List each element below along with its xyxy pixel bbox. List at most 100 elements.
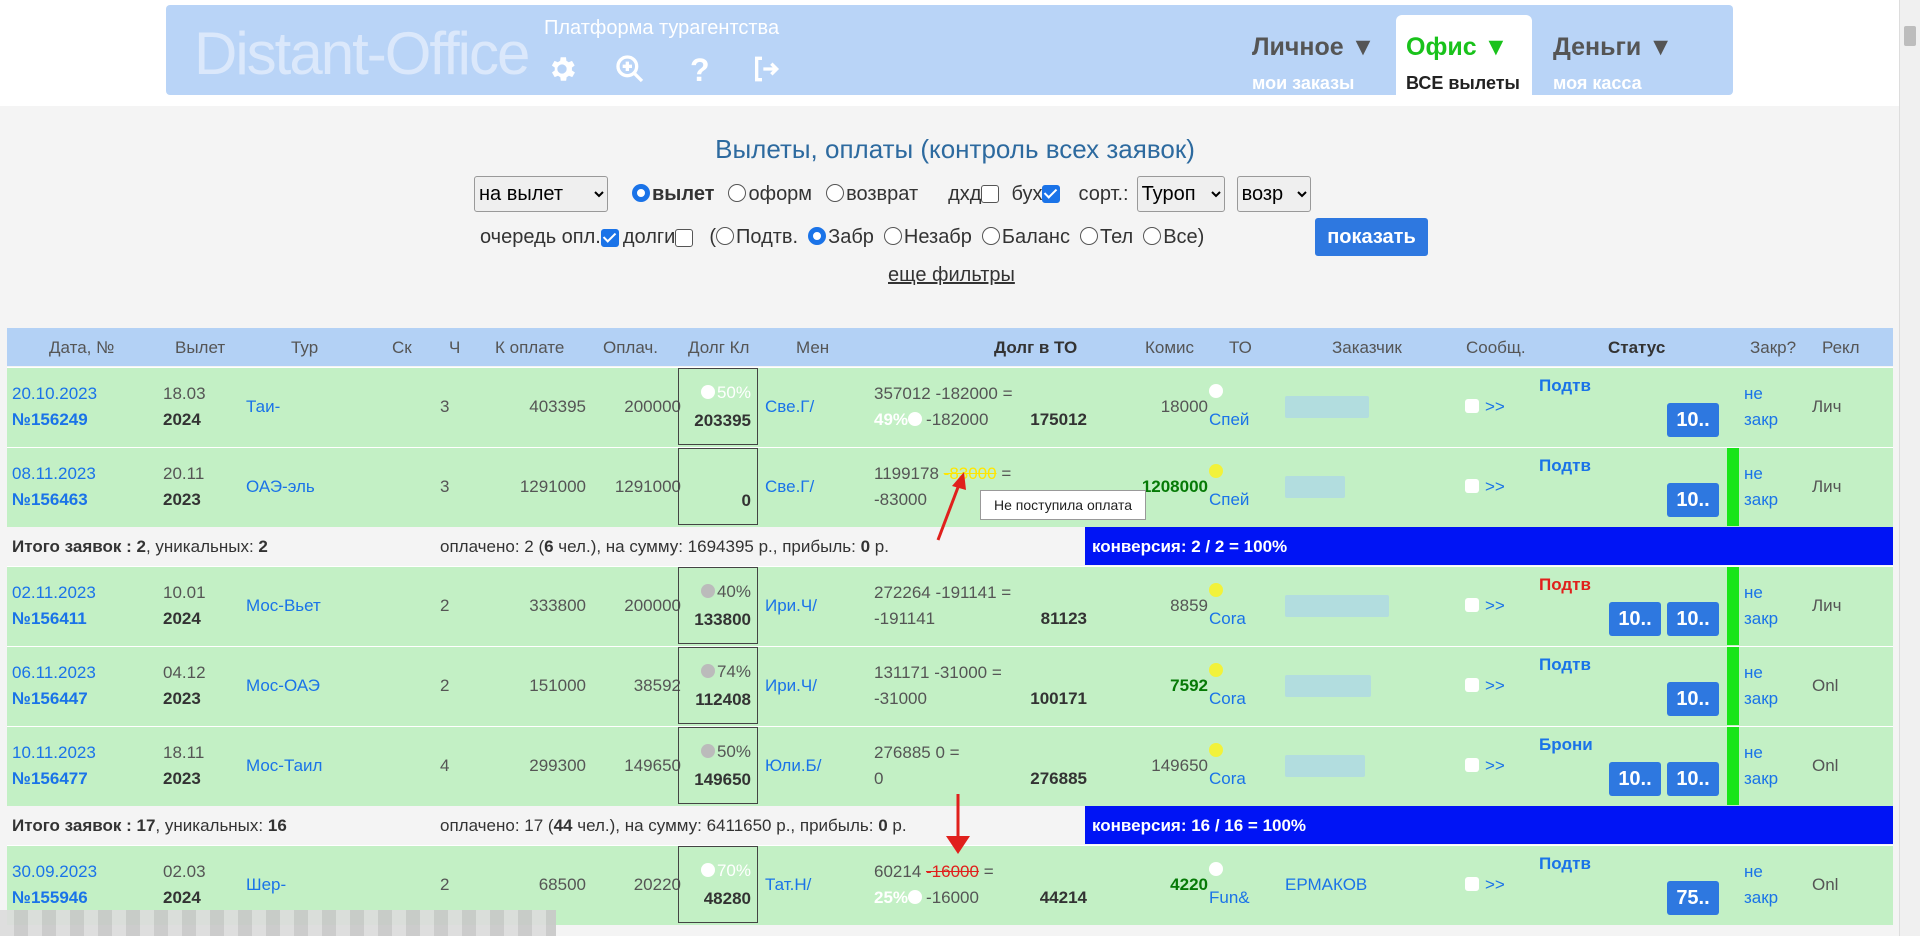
close-link-line1[interactable]: не [1744, 583, 1763, 603]
order-number-link[interactable]: №156447 [12, 689, 88, 709]
col-commission[interactable]: Комис [1145, 338, 1194, 358]
gear-icon[interactable] [544, 51, 580, 87]
menu-office[interactable]: Офис ▼ ВСЕ вылеты [1396, 15, 1532, 95]
close-link-line2[interactable]: закр [1744, 410, 1778, 430]
col-client-debt[interactable]: Долг Кл [688, 338, 749, 358]
tour-link[interactable]: Шер- [246, 875, 286, 895]
radio-podtv[interactable]: Подтв. [716, 226, 798, 249]
queue-checkbox[interactable] [600, 228, 619, 247]
close-link-line1[interactable]: не [1744, 384, 1763, 404]
close-link-line1[interactable]: не [1744, 464, 1763, 484]
close-link-line2[interactable]: закр [1744, 888, 1778, 908]
tour-link[interactable]: ОАЭ-эль [246, 477, 315, 497]
col-status[interactable]: Статус [1608, 338, 1665, 358]
manager-link[interactable]: Тат.Н/ [765, 875, 811, 895]
close-link-line2[interactable]: закр [1744, 490, 1778, 510]
menu-personal[interactable]: Личное ▼ мои заказы [1242, 15, 1378, 95]
radio-vozvrat[interactable]: возврат [826, 183, 918, 206]
radio-balans[interactable]: Баланс [981, 226, 1070, 249]
operator-link[interactable]: Спей [1209, 410, 1249, 430]
voucher-button[interactable]: 10.. [1667, 762, 1719, 796]
operator-link[interactable]: Cora [1209, 609, 1246, 629]
manager-link[interactable]: Ири.Ч/ [765, 676, 817, 696]
col-operator[interactable]: ТО [1229, 338, 1252, 358]
col-ad[interactable]: Рекл [1822, 338, 1860, 358]
buh-checkbox[interactable] [1042, 185, 1061, 203]
more-filters-link[interactable]: еще фильтры [888, 264, 1015, 287]
to-debt-unpaid[interactable]: -16000 [926, 862, 979, 881]
order-date-link[interactable]: 20.10.2023 [12, 384, 97, 404]
manager-link[interactable]: Све.Г/ [765, 397, 814, 417]
operator-link[interactable]: Спей [1209, 490, 1249, 510]
manager-link[interactable]: Ири.Ч/ [765, 596, 817, 616]
radio-tel[interactable]: Тел [1079, 226, 1133, 249]
message-checkbox[interactable] [1465, 877, 1479, 891]
menu-money[interactable]: Деньги ▼ моя касса [1543, 15, 1679, 95]
order-date-link[interactable]: 30.09.2023 [12, 862, 97, 882]
tour-link[interactable]: Мос-Таил [246, 756, 322, 776]
tour-link[interactable]: Таи- [246, 397, 280, 417]
order-number-link[interactable]: №156249 [12, 410, 88, 430]
manager-link[interactable]: Све.Г/ [765, 477, 814, 497]
order-date-link[interactable]: 02.11.2023 [12, 583, 96, 603]
col-to-pay[interactable]: К оплате [495, 338, 564, 358]
order-number-link[interactable]: №156411 [12, 609, 87, 629]
period-select[interactable]: на вылет [474, 176, 608, 212]
voucher-button[interactable]: 10.. [1667, 602, 1719, 636]
logout-icon[interactable] [748, 51, 784, 87]
sort-select[interactable]: Туроп [1136, 176, 1225, 212]
messages-link[interactable]: >> [1485, 596, 1505, 616]
col-flight[interactable]: Вылет [175, 338, 225, 358]
col-to-debt[interactable]: Долг в ТО [994, 338, 1077, 358]
col-customer[interactable]: Заказчик [1332, 338, 1402, 358]
radio-vylet[interactable]: вылет [632, 183, 714, 206]
messages-link[interactable]: >> [1485, 397, 1505, 417]
close-link-line2[interactable]: закр [1744, 769, 1778, 789]
debts-checkbox[interactable] [675, 228, 694, 247]
messages-link[interactable]: >> [1485, 676, 1505, 696]
radio-nezabr[interactable]: Незабр [883, 226, 972, 249]
operator-link[interactable]: Fun& [1209, 888, 1250, 908]
operator-link[interactable]: Cora [1209, 769, 1246, 789]
voucher-button[interactable]: 10.. [1609, 762, 1661, 796]
col-closed[interactable]: Закр? [1750, 338, 1796, 358]
tour-link[interactable]: Мос-ОАЭ [246, 676, 320, 696]
messages-link[interactable]: >> [1485, 477, 1505, 497]
col-manager[interactable]: Мен [796, 338, 829, 358]
message-checkbox[interactable] [1465, 598, 1479, 612]
voucher-button[interactable]: 10.. [1667, 403, 1719, 437]
zoom-in-icon[interactable] [612, 51, 648, 87]
order-date-link[interactable]: 08.11.2023 [12, 464, 96, 484]
message-checkbox[interactable] [1465, 678, 1479, 692]
customer-link[interactable]: ЕРМАКОВ [1285, 875, 1367, 895]
operator-link[interactable]: Cora [1209, 689, 1246, 709]
message-checkbox[interactable] [1465, 399, 1479, 413]
voucher-button[interactable]: 75.. [1667, 881, 1719, 915]
radio-zabr[interactable]: Забр [808, 226, 874, 249]
scrollbar-thumb[interactable] [1904, 26, 1916, 46]
close-link-line2[interactable]: закр [1744, 609, 1778, 629]
close-link-line1[interactable]: не [1744, 862, 1763, 882]
close-link-line2[interactable]: закр [1744, 689, 1778, 709]
order-date-link[interactable]: 06.11.2023 [12, 663, 96, 683]
show-button[interactable]: показать [1315, 218, 1428, 256]
sort-order-select[interactable]: возр [1236, 176, 1311, 212]
col-date[interactable]: Дата, № [49, 338, 114, 358]
help-icon[interactable]: ? [680, 51, 716, 87]
col-tour[interactable]: Тур [291, 338, 318, 358]
order-date-link[interactable]: 10.11.2023 [12, 743, 96, 763]
messages-link[interactable]: >> [1485, 875, 1505, 895]
close-link-line1[interactable]: не [1744, 743, 1763, 763]
close-link-line1[interactable]: не [1744, 663, 1763, 683]
dhd-checkbox[interactable] [981, 185, 1000, 203]
order-number-link[interactable]: №155946 [12, 888, 88, 908]
voucher-button[interactable]: 10.. [1667, 682, 1719, 716]
col-paid[interactable]: Оплач. [603, 338, 658, 358]
manager-link[interactable]: Юли.Б/ [765, 756, 821, 776]
col-people[interactable]: Ч [449, 338, 460, 358]
messages-link[interactable]: >> [1485, 756, 1505, 776]
voucher-button[interactable]: 10.. [1609, 602, 1661, 636]
message-checkbox[interactable] [1465, 758, 1479, 772]
radio-vse[interactable]: Все) [1143, 226, 1204, 249]
message-checkbox[interactable] [1465, 479, 1479, 493]
